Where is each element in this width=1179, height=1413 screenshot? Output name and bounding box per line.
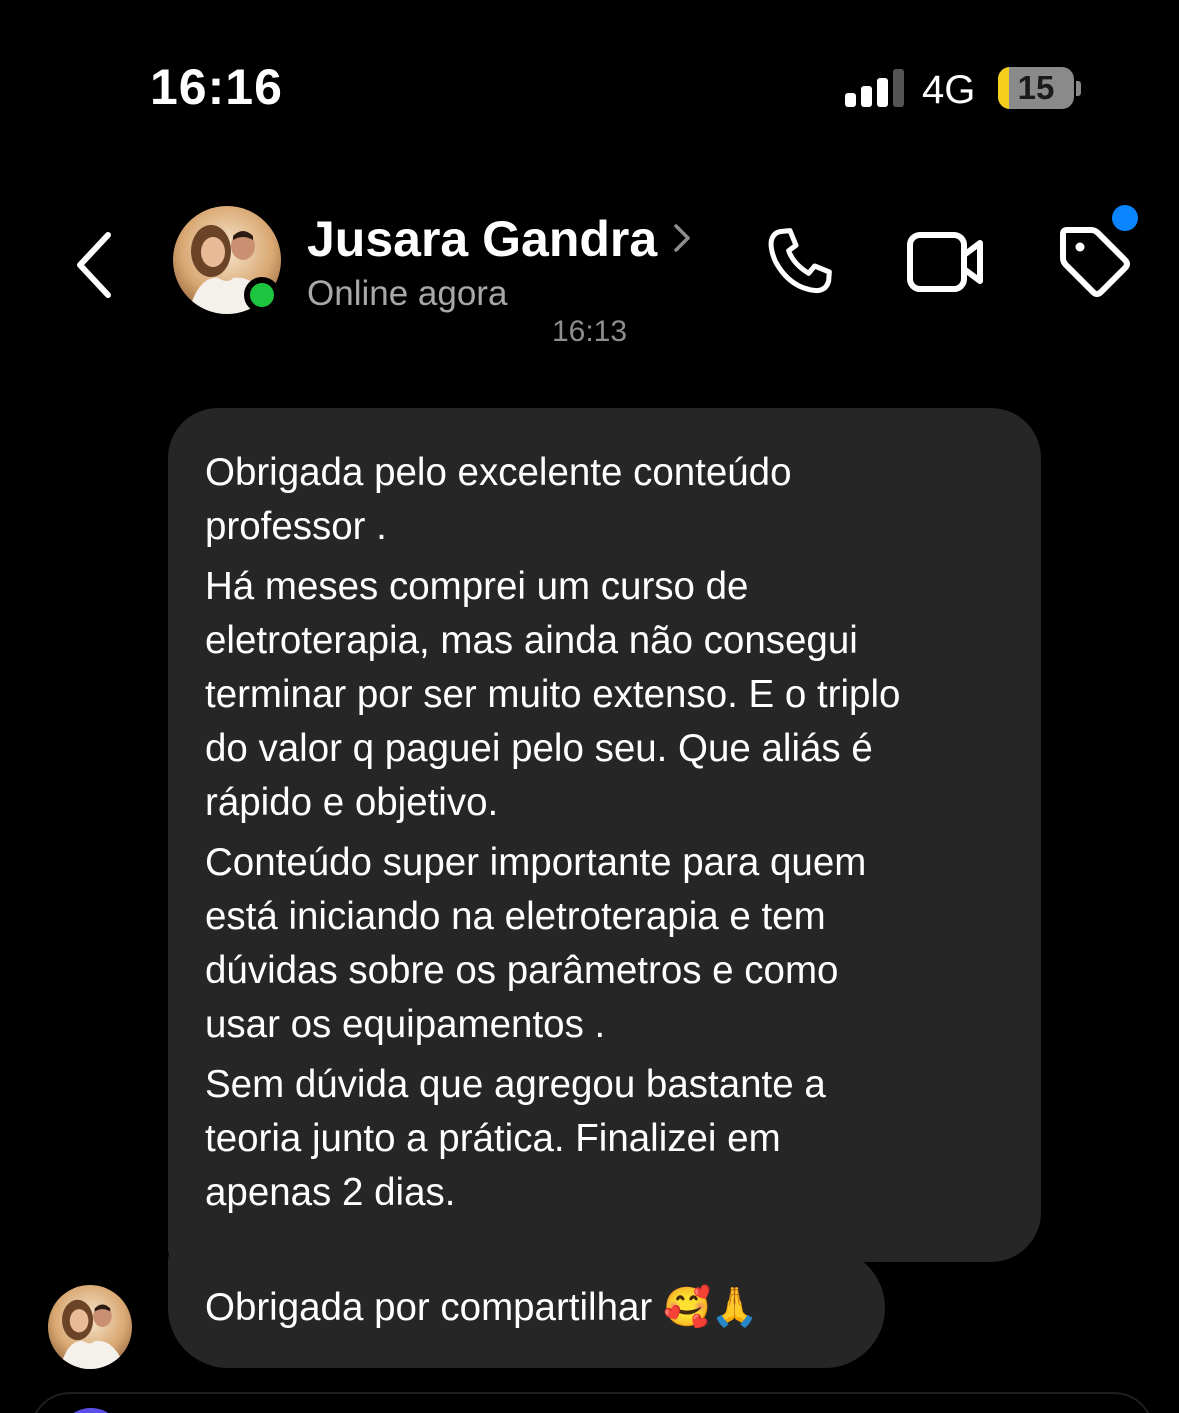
message-composer[interactable]	[30, 1392, 1154, 1413]
sender-avatar[interactable]	[48, 1285, 132, 1369]
message-paragraph: Há meses comprei um curso de eletroterap…	[205, 565, 901, 824]
contact-avatar-button[interactable]	[173, 206, 283, 316]
message-bubble[interactable]: Obrigada por compartilhar 🥰🙏	[168, 1248, 885, 1368]
avatar-photo	[48, 1285, 132, 1369]
back-button[interactable]	[70, 225, 126, 305]
message-paragraph: Obrigada pelo excelente conteúdo profess…	[205, 451, 792, 548]
chevron-left-icon	[77, 232, 111, 298]
chevron-right-icon	[674, 224, 690, 252]
cellular-signal-icon	[845, 69, 905, 107]
status-time: 16:16	[150, 59, 283, 115]
label-tag-button[interactable]	[1053, 222, 1135, 304]
notification-dot	[1112, 205, 1138, 231]
phone-icon	[768, 228, 832, 294]
status-bar: 16:16 4G 15	[0, 0, 1179, 170]
call-button[interactable]	[760, 222, 840, 302]
video-camera-icon	[907, 232, 983, 292]
battery-icon: 15	[998, 67, 1074, 109]
network-type: 4G	[922, 68, 976, 112]
contact-name[interactable]: Jusara Gandra	[307, 210, 657, 268]
video-call-button[interactable]	[905, 225, 987, 299]
message-text: Obrigada por compartilhar 🥰🙏	[205, 1286, 759, 1329]
message-thread[interactable]: Obrigada pelo excelente conteúdo profess…	[0, 345, 1179, 1413]
battery-tip	[1076, 81, 1081, 96]
message-paragraph: Sem dúvida que agregou bastante a teoria…	[205, 1063, 826, 1214]
message-timestamp: 16:13	[551, 315, 628, 348]
message-bubble[interactable]: Obrigada pelo excelente conteúdo profess…	[168, 408, 1041, 1262]
tag-icon	[1060, 227, 1130, 297]
message-paragraph: Conteúdo super importante para quem está…	[205, 841, 867, 1046]
online-indicator	[244, 277, 280, 313]
contact-status: Online agora	[307, 274, 508, 313]
battery-percent: 15	[1017, 69, 1055, 106]
